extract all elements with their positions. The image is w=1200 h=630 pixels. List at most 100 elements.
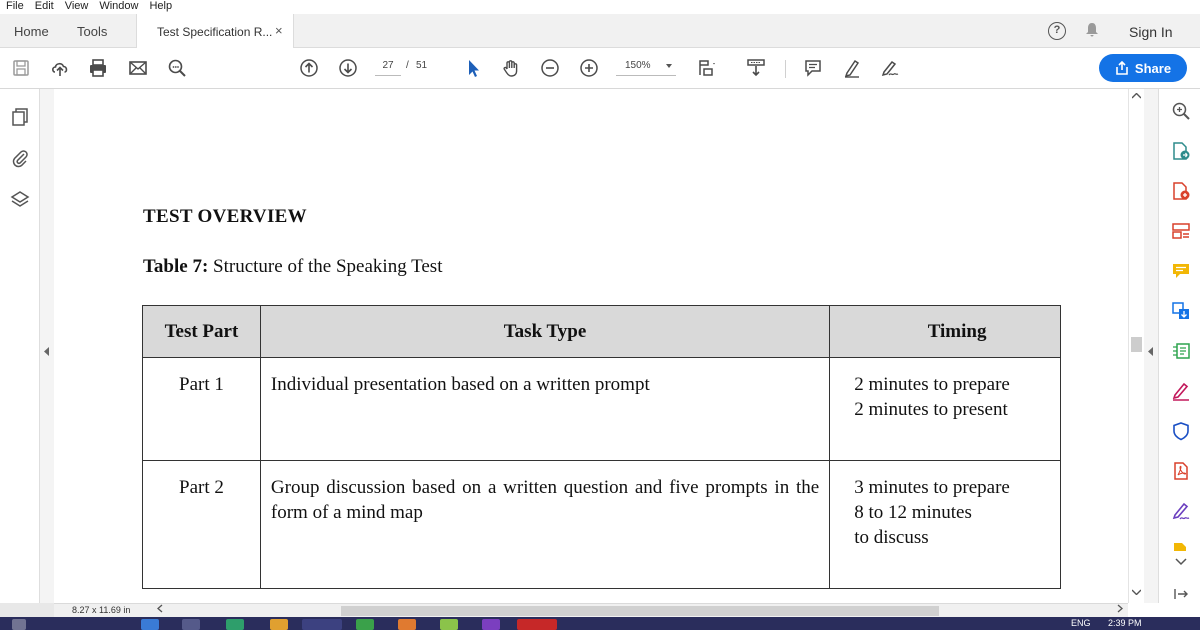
table-row: Part 2 Group discussion based on a writt… bbox=[142, 460, 1061, 589]
timing-line: 3 minutes to prepare bbox=[854, 477, 1010, 498]
right-panel-toggle[interactable] bbox=[1144, 89, 1158, 603]
taskbar-acrobat-icon[interactable] bbox=[517, 619, 557, 630]
zoom-in-icon[interactable] bbox=[579, 58, 599, 78]
page-separator: / bbox=[406, 60, 409, 71]
collapse-panel-icon[interactable] bbox=[1171, 587, 1191, 601]
menu-edit[interactable]: Edit bbox=[29, 0, 59, 14]
organize-pages-icon[interactable] bbox=[1171, 221, 1191, 241]
cell-part: Part 2 bbox=[142, 460, 261, 589]
chevron-left-icon bbox=[1148, 347, 1154, 358]
zoom-out-icon[interactable] bbox=[540, 58, 560, 78]
timing-line: 2 minutes to prepare bbox=[854, 374, 1010, 395]
print-icon[interactable] bbox=[88, 58, 108, 78]
left-navigation-rail bbox=[0, 89, 40, 603]
chevron-left-icon bbox=[44, 347, 50, 358]
tab-tools[interactable]: Tools bbox=[77, 24, 107, 39]
document-page[interactable]: TEST OVERVIEW Table 7: Structure of the … bbox=[54, 89, 1128, 603]
taskbar-app-icon[interactable] bbox=[182, 619, 200, 630]
status-bar-corner bbox=[1128, 603, 1200, 617]
comment-tool-icon[interactable] bbox=[1171, 261, 1191, 281]
taskbar-app-icon[interactable] bbox=[440, 619, 458, 630]
main-toolbar: 27 / 51 150% Share bbox=[0, 48, 1200, 89]
taskbar-app-icon[interactable] bbox=[302, 619, 342, 630]
tab-document[interactable]: Test Specification R... × bbox=[136, 14, 294, 48]
right-tools-rail bbox=[1158, 89, 1200, 603]
acrobat-pdf-icon[interactable] bbox=[1171, 461, 1191, 481]
export-pdf-icon[interactable] bbox=[1171, 141, 1191, 161]
select-arrow-icon[interactable] bbox=[463, 58, 483, 78]
zoom-level-select[interactable]: 150% bbox=[616, 60, 676, 76]
bell-icon[interactable] bbox=[1085, 22, 1099, 42]
chevron-left-icon[interactable] bbox=[157, 604, 163, 617]
protect-icon[interactable] bbox=[1171, 421, 1191, 441]
page-up-icon[interactable] bbox=[299, 58, 319, 78]
table-caption-text: Structure of the Speaking Test bbox=[208, 256, 443, 277]
combine-files-icon[interactable] bbox=[1171, 301, 1191, 321]
scrollbar-thumb[interactable] bbox=[1131, 337, 1142, 352]
scroll-mode-icon[interactable] bbox=[746, 58, 766, 78]
clock[interactable]: 2:39 PM bbox=[1108, 618, 1142, 628]
taskbar-app-icon[interactable] bbox=[482, 619, 500, 630]
zoom-search-icon[interactable] bbox=[1171, 101, 1191, 121]
menu-help[interactable]: Help bbox=[143, 0, 177, 14]
header-timing: Timing bbox=[829, 305, 1061, 358]
search-zoom-icon[interactable] bbox=[167, 58, 187, 78]
speaking-test-table: Test Part Task Type Timing Part 1 Indivi… bbox=[142, 305, 1061, 589]
share-button[interactable]: Share bbox=[1099, 54, 1187, 82]
chevron-down-icon[interactable] bbox=[1171, 555, 1191, 569]
attachment-icon[interactable] bbox=[10, 148, 30, 168]
chevron-up-icon[interactable] bbox=[1131, 91, 1142, 102]
page-down-icon[interactable] bbox=[338, 58, 358, 78]
chevron-right-icon[interactable] bbox=[1117, 604, 1123, 617]
send-sign-icon[interactable] bbox=[1171, 501, 1191, 521]
timing-line: 2 minutes to present bbox=[854, 399, 1008, 420]
cell-timing: 3 minutes to prepare 8 to 12 minutes to … bbox=[829, 460, 1061, 589]
cell-task: Individual presentation based on a writt… bbox=[259, 357, 831, 461]
horizontal-scrollbar-thumb[interactable] bbox=[341, 606, 939, 616]
help-icon[interactable]: ? bbox=[1048, 22, 1066, 40]
header-test-part: Test Part bbox=[142, 305, 261, 358]
menu-window[interactable]: Window bbox=[93, 0, 143, 14]
taskbar-app-icon[interactable] bbox=[270, 619, 288, 630]
sign-icon[interactable] bbox=[880, 58, 900, 78]
start-icon[interactable] bbox=[12, 619, 26, 630]
header-task-type: Task Type bbox=[259, 305, 831, 358]
email-icon[interactable] bbox=[128, 58, 148, 78]
menu-view[interactable]: View bbox=[59, 0, 94, 14]
chevron-down-icon[interactable] bbox=[1131, 587, 1142, 598]
comment-icon[interactable] bbox=[803, 58, 823, 78]
taskbar-app-icon[interactable] bbox=[141, 619, 159, 630]
save-icon[interactable] bbox=[11, 58, 31, 78]
taskbar-app-icon[interactable] bbox=[226, 619, 244, 630]
zoom-level-value: 150% bbox=[625, 60, 651, 71]
layers-icon[interactable] bbox=[10, 189, 30, 209]
input-language[interactable]: ENG bbox=[1071, 618, 1091, 628]
vertical-scrollbar[interactable] bbox=[1128, 89, 1144, 603]
table-caption: Table 7: Structure of the Speaking Test bbox=[143, 256, 443, 278]
tab-home[interactable]: Home bbox=[14, 24, 49, 39]
edit-pdf-icon[interactable] bbox=[1171, 341, 1191, 361]
cell-part: Part 1 bbox=[142, 357, 261, 461]
taskbar-app-icon[interactable] bbox=[398, 619, 416, 630]
sign-in-link[interactable]: Sign In bbox=[1129, 24, 1173, 40]
more-tools-icon[interactable] bbox=[1171, 541, 1191, 551]
page-fit-icon[interactable] bbox=[697, 58, 717, 78]
menu-file[interactable]: File bbox=[0, 0, 29, 14]
chevron-down-icon bbox=[666, 64, 672, 68]
os-taskbar: ENG 2:39 PM bbox=[0, 617, 1200, 630]
fill-sign-icon[interactable] bbox=[1171, 381, 1191, 401]
share-icon bbox=[1116, 61, 1128, 75]
pages-icon[interactable] bbox=[10, 107, 30, 127]
upload-cloud-icon[interactable] bbox=[50, 58, 70, 78]
current-page-input[interactable]: 27 bbox=[375, 60, 401, 76]
highlight-icon[interactable] bbox=[842, 58, 862, 78]
table-caption-label: Table 7: bbox=[143, 256, 209, 277]
left-panel-toggle[interactable] bbox=[40, 89, 54, 603]
cell-task: Group discussion based on a written ques… bbox=[259, 460, 831, 589]
close-tab-icon[interactable]: × bbox=[275, 23, 283, 38]
table-row: Part 1 Individual presentation based on … bbox=[142, 357, 1061, 461]
create-pdf-icon[interactable] bbox=[1171, 181, 1191, 201]
cell-timing: 2 minutes to prepare 2 minutes to presen… bbox=[829, 357, 1061, 461]
hand-icon[interactable] bbox=[501, 58, 521, 78]
taskbar-app-icon[interactable] bbox=[356, 619, 374, 630]
